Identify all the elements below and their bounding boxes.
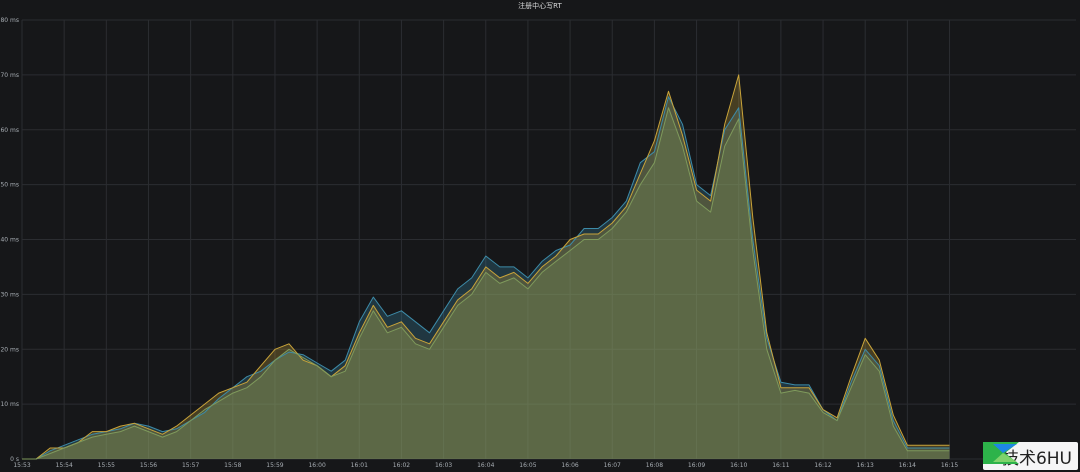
x-tick-label: 16:09 (688, 462, 705, 469)
x-tick-label: 16:00 (308, 462, 325, 469)
x-tick-label: 16:13 (857, 462, 874, 469)
y-tick-label: 20 ms (0, 346, 19, 353)
x-tick-label: 15:57 (182, 462, 199, 469)
y-tick-label: 80 ms (0, 17, 19, 24)
x-tick-label: 15:54 (56, 462, 73, 469)
y-tick-label: 10 ms (0, 401, 19, 408)
x-tick-label: 16:02 (393, 462, 410, 469)
chart-panel: 注册中心写RT 0 s 10 ms 20 ms 30 ms 40 ms 50 ms 60 m… (0, 0, 1080, 472)
x-tick-label: 16:15 (941, 462, 958, 469)
x-tick-label: 15:55 (98, 462, 115, 469)
y-tick-label: 30 ms (0, 291, 19, 298)
x-tick-label: 16:14 (899, 462, 916, 469)
x-tick-label: 15:58 (224, 462, 241, 469)
x-tick-label: 16:04 (477, 462, 494, 469)
x-tick-label: 16:05 (519, 462, 536, 469)
y-axis-ticks: 0 s10 ms20 ms30 ms40 ms50 ms60 ms70 ms80… (0, 17, 19, 463)
y-tick-label: 70 ms (0, 72, 19, 79)
x-tick-label: 16:03 (435, 462, 452, 469)
x-tick-label: 16:01 (351, 462, 368, 469)
watermark-logo-icon (982, 442, 1019, 464)
x-axis-ticks: 15:53 15:54 15:55 15:56 15:57 15:58 15:59 16:00… (13, 462, 958, 469)
x-tick-label: 15:59 (266, 462, 283, 469)
x-tick-label: 16:11 (772, 462, 789, 469)
x-tick-label: 15:53 (13, 462, 30, 469)
x-tick-label: 16:06 (561, 462, 578, 469)
watermark-badge: IT技术6HU (982, 442, 1078, 470)
y-tick-label: 60 ms (0, 127, 19, 134)
x-tick-label: 16:12 (814, 462, 831, 469)
y-tick-label: 40 ms (0, 237, 19, 244)
x-tick-label: 16:07 (604, 462, 621, 469)
x-tick-label: 16:10 (730, 462, 747, 469)
rt-area-chart: 0 s10 ms20 ms30 ms40 ms50 ms60 ms70 ms80… (0, 17, 1076, 469)
x-tick-label: 16:08 (646, 462, 663, 469)
x-tick-label: 15:56 (140, 462, 157, 469)
y-tick-label: 50 ms (0, 182, 19, 189)
